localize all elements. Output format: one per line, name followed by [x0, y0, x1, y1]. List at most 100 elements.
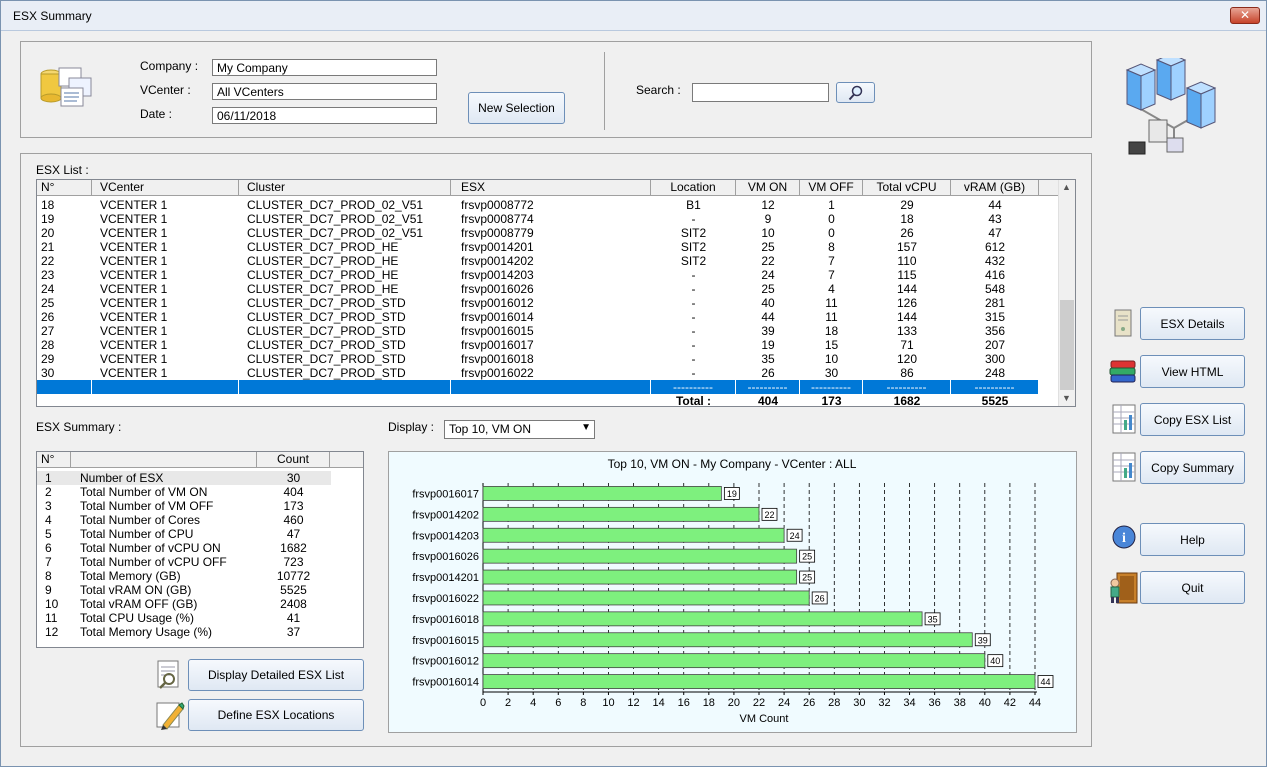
cell-total-vcpu: 18 [900, 212, 914, 226]
new-selection-button[interactable]: New Selection [468, 92, 565, 124]
summary-row[interactable]: 8 Total Memory (GB) 10772 [37, 569, 331, 583]
cell-total-vcpu: 144 [896, 310, 918, 324]
summary-cell-no: 5 [45, 527, 52, 541]
cell-total-vcpu: 126 [896, 296, 918, 310]
table-row[interactable]: 26 VCENTER 1 CLUSTER_DC7_PROD_STD frsvp0016… [37, 310, 1039, 324]
cell-vm-off: 173 [821, 394, 842, 407]
table-row[interactable]: 24 VCENTER 1 CLUSTER_DC7_PROD_HE frsvp00160… [37, 282, 1039, 296]
vcenter-field[interactable]: All VCenters [212, 83, 437, 100]
table-row[interactable]: 29 VCENTER 1 CLUSTER_DC7_PROD_STD frsvp0016… [37, 352, 1039, 366]
help-button[interactable]: Help [1140, 523, 1245, 556]
summary-row[interactable]: 11 Total CPU Usage (%) 41 [37, 611, 331, 625]
summary-row[interactable]: 3 Total Number of VM OFF 173 [37, 499, 331, 513]
summary-cell-label: Total Memory Usage (%) [80, 625, 213, 639]
cell-vcenter: VCENTER 1 [100, 310, 168, 324]
chart-title: Top 10, VM ON - My Company - VCenter : A… [608, 457, 857, 471]
summary-row[interactable]: 5 Total Number of CPU 47 [37, 527, 331, 541]
cell-total-vcpu: 133 [896, 324, 918, 338]
col-header-no[interactable]: N° [37, 180, 92, 196]
summary-row[interactable]: 1 Number of ESX 30 [37, 471, 331, 485]
search-input[interactable] [692, 83, 829, 102]
cell-total-vcpu: 157 [896, 240, 918, 254]
chevron-down-icon[interactable]: ▼ [581, 422, 591, 433]
vcenter-label: VCenter : [140, 83, 191, 97]
display-detailed-esx-list-button[interactable]: Display Detailed ESX List [188, 659, 364, 691]
cell-vcenter: VCENTER 1 [100, 352, 168, 366]
close-button[interactable]: ✕ [1230, 7, 1260, 24]
summary-cell-label: Total Number of vCPU OFF [80, 555, 227, 569]
table-row-selected-separator[interactable]: ---------- ---------- ---------- ----------… [37, 380, 1039, 394]
summary-row[interactable]: 6 Total Number of vCPU ON 1682 [37, 541, 331, 555]
cell-vcenter: VCENTER 1 [100, 282, 168, 296]
define-esx-locations-button[interactable]: Define ESX Locations [188, 699, 364, 731]
col-header-vcenter[interactable]: VCenter [92, 180, 239, 196]
chart-y-tick-label: frsvp0016012 [412, 656, 479, 668]
view-html-button[interactable]: View HTML [1140, 355, 1245, 388]
chart-y-tick-label: frsvp0016015 [412, 635, 479, 647]
cell-vm-on: 39 [761, 324, 775, 338]
summary-row[interactable]: 10 Total vRAM OFF (GB) 2408 [37, 597, 331, 611]
display-dropdown[interactable]: Top 10, VM ON ▼ [444, 420, 595, 439]
col-header-vm-on[interactable]: VM ON [736, 180, 800, 196]
summary-cell-count: 37 [286, 625, 301, 639]
table-row[interactable]: 18 VCENTER 1 CLUSTER_DC7_PROD_02_V51 frsvp0… [37, 198, 1039, 212]
table-row[interactable]: 20 VCENTER 1 CLUSTER_DC7_PROD_02_V51 frsvp0… [37, 226, 1039, 240]
col-header-vm-off[interactable]: VM OFF [800, 180, 863, 196]
table-row[interactable]: 27 VCENTER 1 CLUSTER_DC7_PROD_STD frsvp0016… [37, 324, 1039, 338]
servers-network-icon [1125, 58, 1217, 155]
esx-summary-window: ESX Summary ✕ Company : My Company VCent… [0, 0, 1267, 767]
cell-vram: 281 [984, 296, 1006, 310]
cell-vm-on: 22 [761, 254, 775, 268]
date-field[interactable]: 06/11/2018 [212, 107, 437, 124]
cell-location: - [691, 282, 696, 296]
esx-details-button[interactable]: ESX Details [1140, 307, 1245, 340]
search-button[interactable] [836, 82, 875, 103]
copy-esx-list-button[interactable]: Copy ESX List [1140, 403, 1245, 436]
table-row[interactable]: 25 VCENTER 1 CLUSTER_DC7_PROD_STD frsvp0016… [37, 296, 1039, 310]
scroll-up-arrow[interactable]: ▲ [1062, 182, 1071, 192]
cell-vram: 47 [988, 226, 1002, 240]
chart-data-label: 25 [802, 552, 812, 562]
summary-cell-no: 1 [45, 471, 52, 485]
search-label: Search : [636, 83, 681, 97]
summary-row[interactable]: 9 Total vRAM ON (GB) 5525 [37, 583, 331, 597]
summary-cell-label: Total Memory (GB) [80, 569, 181, 583]
cell-no: 25 [41, 296, 55, 310]
table-row[interactable]: 21 VCENTER 1 CLUSTER_DC7_PROD_HE frsvp00142… [37, 240, 1039, 254]
summary-col-label[interactable] [71, 452, 257, 468]
summary-row[interactable]: 2 Total Number of VM ON 404 [37, 485, 331, 499]
table-row[interactable]: 19 VCENTER 1 CLUSTER_DC7_PROD_02_V51 frsvp0… [37, 212, 1039, 226]
quit-button[interactable]: Quit [1140, 571, 1245, 604]
chart-data-label: 44 [1040, 677, 1050, 687]
cell-location: - [691, 296, 696, 310]
cell-esx: frsvp0014203 [461, 268, 534, 282]
col-header-cluster[interactable]: Cluster [239, 180, 451, 196]
summary-col-no[interactable]: N° [37, 452, 71, 468]
summary-title: ESX Summary : [36, 420, 122, 434]
cell-esx: frsvp0008772 [461, 198, 534, 212]
summary-cell-count: 10772 [276, 569, 311, 583]
cell-total-vcpu: 144 [896, 282, 918, 296]
esx-list-scrollbar[interactable]: ▲ ▼ [1058, 180, 1075, 406]
table-row-total[interactable]: Total : 404 173 1682 5525 [37, 394, 1039, 407]
col-header-location[interactable]: Location [651, 180, 736, 196]
scroll-down-arrow[interactable]: ▼ [1062, 393, 1071, 403]
summary-col-count[interactable]: Count [257, 452, 330, 468]
chart-data-label: 40 [990, 656, 1000, 666]
summary-row[interactable]: 7 Total Number of vCPU OFF 723 [37, 555, 331, 569]
chart-data-label: 22 [764, 510, 774, 520]
company-field[interactable]: My Company [212, 59, 437, 76]
svg-text:i: i [1122, 531, 1126, 546]
col-header-total-vcpu[interactable]: Total vCPU [863, 180, 951, 196]
table-row[interactable]: 28 VCENTER 1 CLUSTER_DC7_PROD_STD frsvp0016… [37, 338, 1039, 352]
col-header-esx[interactable]: ESX [451, 180, 651, 196]
summary-row[interactable]: 12 Total Memory Usage (%) 37 [37, 625, 331, 639]
table-row[interactable]: 22 VCENTER 1 CLUSTER_DC7_PROD_HE frsvp00142… [37, 254, 1039, 268]
col-header-vram[interactable]: vRAM (GB) [951, 180, 1039, 196]
summary-row[interactable]: 4 Total Number of Cores 460 [37, 513, 331, 527]
copy-summary-button[interactable]: Copy Summary [1140, 451, 1245, 484]
table-row[interactable]: 23 VCENTER 1 CLUSTER_DC7_PROD_HE frsvp00142… [37, 268, 1039, 282]
table-row[interactable]: 30 VCENTER 1 CLUSTER_DC7_PROD_STD frsvp0016… [37, 366, 1039, 380]
cell-location: - [691, 324, 696, 338]
scroll-thumb[interactable] [1060, 300, 1074, 390]
